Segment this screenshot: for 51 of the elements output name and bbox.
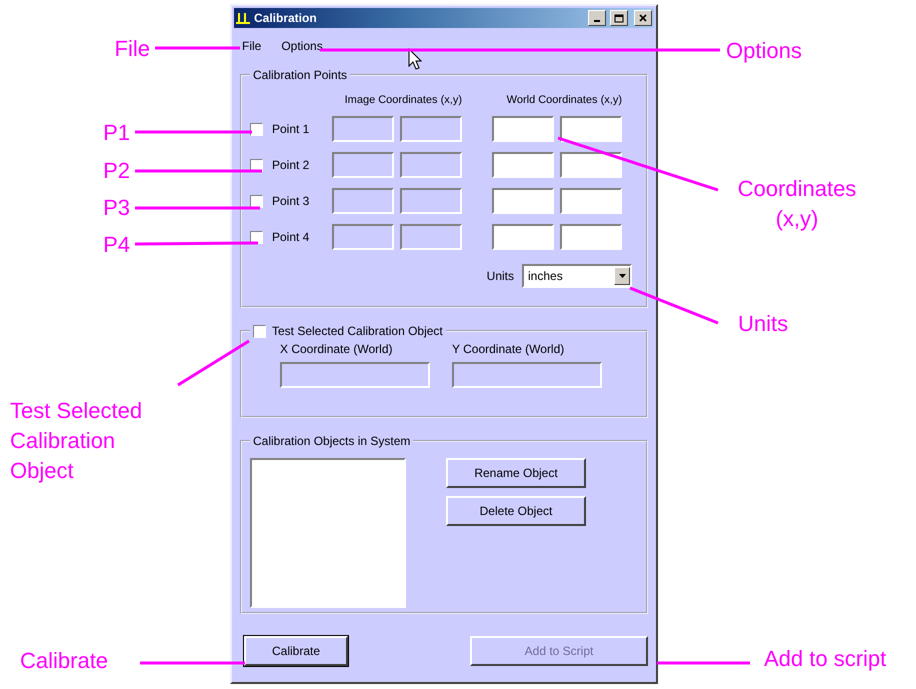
checkbox[interactable] — [250, 230, 263, 244]
column-header: World Coordinates (x,y) — [506, 94, 622, 106]
callout-label: P2 — [102, 157, 130, 185]
group-title: Calibration Points — [252, 68, 348, 82]
field-label: X Coordinate (World) — [280, 342, 394, 356]
callout-label: Calibrate — [20, 647, 110, 675]
dialog-button[interactable]: Calibrate — [244, 636, 348, 666]
point-label: Point 3 — [272, 194, 310, 208]
units-label: Units — [486, 269, 514, 283]
text-field[interactable] — [492, 152, 554, 178]
close-button[interactable] — [634, 10, 652, 26]
callout-label: Units — [738, 310, 790, 338]
text-field[interactable] — [492, 188, 554, 214]
point-label: Point 2 — [272, 158, 310, 172]
units-dropdown[interactable]: inches — [522, 264, 632, 288]
text-field[interactable] — [492, 224, 554, 250]
callout-label: Options — [726, 37, 803, 65]
checkbox-label: Test Selected Calibration Object — [272, 324, 443, 338]
object-button[interactable]: Delete Object — [446, 496, 586, 526]
checkbox[interactable] — [253, 324, 266, 338]
callout-label: Test Selected Calibration Object — [10, 397, 144, 485]
minimize-button[interactable] — [588, 10, 606, 26]
object-list[interactable] — [250, 458, 406, 608]
callout-label: P4 — [102, 231, 130, 259]
close-icon — [639, 14, 647, 22]
cursor-icon — [408, 48, 422, 70]
maximize-icon — [614, 14, 624, 22]
caret-icon — [618, 274, 626, 278]
text-field[interactable] — [492, 116, 554, 142]
checkbox[interactable] — [250, 194, 263, 208]
menu-item[interactable]: File — [240, 38, 264, 54]
app-icon — [236, 11, 250, 25]
callout-label: Coordinates (x,y) — [736, 175, 858, 233]
text-field[interactable] — [560, 152, 622, 178]
checkbox[interactable] — [250, 122, 263, 136]
point-label: Point 4 — [272, 230, 310, 244]
point-label: Point 1 — [272, 122, 310, 136]
group-title: Calibration Objects in System — [252, 434, 412, 448]
field-label: Y Coordinate (World) — [452, 342, 566, 356]
text-field[interactable] — [560, 224, 622, 250]
object-button[interactable]: Rename Object — [446, 458, 586, 488]
maximize-button[interactable] — [610, 10, 628, 26]
callout-label: P3 — [102, 194, 130, 222]
column-header: Image Coordinates (x,y) — [344, 94, 462, 106]
text-field[interactable] — [560, 188, 622, 214]
text-field[interactable] — [560, 116, 622, 142]
menu-item[interactable]: Options — [279, 38, 325, 54]
callout-label: P1 — [102, 119, 130, 147]
callout-label: Add to script — [764, 645, 888, 673]
window-title: Calibration — [254, 11, 318, 25]
callout-label: File — [114, 35, 150, 63]
